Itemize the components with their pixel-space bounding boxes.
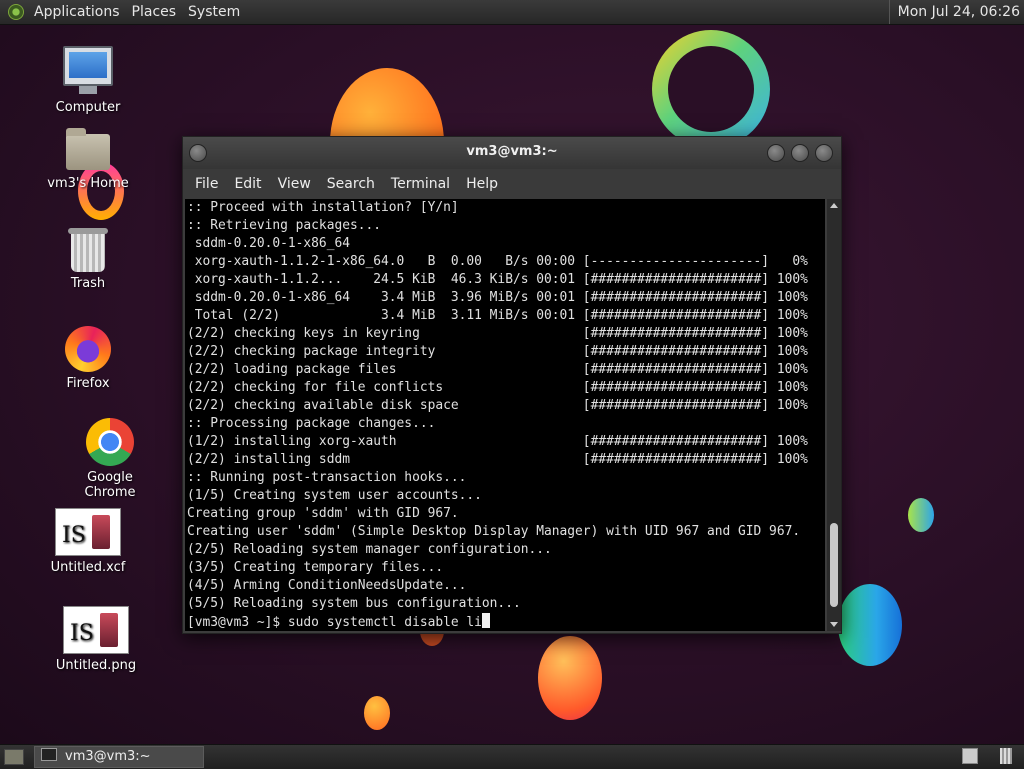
- terminal-scrollbar[interactable]: [827, 199, 841, 631]
- terminal-line: (1/2) installing xorg-xauth [###########…: [187, 434, 808, 449]
- wallpaper-bottom-blob: [538, 636, 602, 720]
- taskbar-item-terminal[interactable]: vm3@vm3:~: [34, 746, 204, 768]
- image-thumbnail-icon: [55, 508, 121, 556]
- system-menu[interactable]: System: [184, 4, 248, 20]
- wallpaper-small-blob: [908, 498, 934, 532]
- terminal-prompt-line[interactable]: [vm3@vm3 ~]$ sudo systemctl disable li: [185, 613, 825, 631]
- desktop-icon-untitled-png[interactable]: Untitled.png: [46, 606, 146, 673]
- text-cursor: [481, 613, 490, 628]
- desktop-icon-chrome[interactable]: Google Chrome: [60, 418, 160, 500]
- terminal-line: (2/2) checking package integrity [######…: [187, 344, 808, 359]
- places-menu[interactable]: Places: [128, 4, 185, 20]
- terminal-line: (1/5) Creating system user accounts...: [187, 488, 482, 503]
- window-menubar: File Edit View Search Terminal Help: [183, 169, 841, 199]
- desktop-icon-label: Google Chrome: [84, 470, 136, 500]
- workspace-switcher[interactable]: [962, 748, 978, 764]
- applications-menu[interactable]: Applications: [30, 4, 128, 20]
- desktop-icon-label: Firefox: [66, 376, 110, 391]
- terminal-line: (2/2) installing sddm [#################…: [187, 452, 808, 467]
- taskbar-item-label: vm3@vm3:~: [65, 749, 151, 764]
- scroll-up-arrow-icon[interactable]: [830, 203, 838, 208]
- desktop-icon-trash[interactable]: Trash: [38, 228, 138, 291]
- terminal-line: xorg-xauth-1.1.2-1-x86_64.0 B 0.00 B/s 0…: [187, 254, 808, 269]
- trash-applet-icon[interactable]: [1000, 748, 1012, 764]
- desktop-icon-label: Untitled.xcf: [50, 560, 126, 575]
- maximize-button[interactable]: [791, 144, 809, 162]
- terminal-line: :: Processing package changes...: [187, 416, 436, 431]
- terminal-line: Creating group 'sddm' with GID 967.: [187, 506, 459, 521]
- desktop-icon-firefox[interactable]: Firefox: [38, 326, 138, 391]
- menu-edit[interactable]: Edit: [226, 176, 269, 192]
- desktop-icon-label: Computer: [55, 100, 121, 115]
- scroll-down-arrow-icon[interactable]: [830, 622, 838, 627]
- terminal-line: Total (2/2) 3.4 MiB 3.11 MiB/s 00:01 [##…: [187, 308, 808, 323]
- terminal-icon: [41, 748, 57, 761]
- chrome-icon: [86, 418, 134, 466]
- bottom-panel: vm3@vm3:~: [0, 744, 1024, 769]
- terminal-output[interactable]: :: Proceed with installation? [Y/n] :: R…: [185, 199, 825, 631]
- terminal-line: Creating user 'sddm' (Simple Desktop Dis…: [187, 524, 801, 539]
- menu-view[interactable]: View: [270, 176, 319, 192]
- terminal-line: xorg-xauth-1.1.2... 24.5 KiB 46.3 KiB/s …: [187, 272, 808, 287]
- window-titlebar[interactable]: vm3@vm3:~: [183, 137, 841, 169]
- menu-help[interactable]: Help: [458, 176, 506, 192]
- scrollbar-thumb[interactable]: [830, 523, 838, 607]
- wallpaper-blue-blob: [838, 584, 902, 666]
- terminal-line: sddm-0.20.0-1-x86_64 3.4 MiB 3.96 MiB/s …: [187, 290, 808, 305]
- terminal-line: (3/5) Creating temporary files...: [187, 560, 444, 575]
- menu-file[interactable]: File: [187, 176, 226, 192]
- terminal-lines: :: Proceed with installation? [Y/n] :: R…: [185, 199, 825, 613]
- mate-logo-icon[interactable]: [8, 4, 24, 20]
- desktop-icon-label: vm3's Home: [47, 176, 129, 191]
- terminal-prompt: [vm3@vm3 ~]$ sudo systemctl disable li: [187, 615, 482, 630]
- terminal-line: :: Retrieving packages...: [187, 218, 382, 233]
- clock[interactable]: Mon Jul 24, 06:26: [888, 0, 1024, 24]
- computer-icon: [63, 46, 113, 94]
- terminal-line: (2/2) loading package files [###########…: [187, 362, 808, 377]
- desktop-icon-untitled-xcf[interactable]: Untitled.xcf: [38, 508, 138, 575]
- desktop-icon-label: Untitled.png: [55, 658, 137, 673]
- desktop-icon-label: Trash: [70, 276, 106, 291]
- terminal-line: (4/5) Arming ConditionNeedsUpdate...: [187, 578, 467, 593]
- terminal-window: vm3@vm3:~ File Edit View Search Terminal…: [182, 136, 842, 634]
- wallpaper-ring: [652, 30, 770, 148]
- terminal-line: (5/5) Reloading system bus configuration…: [187, 596, 521, 611]
- desktop-icon-computer[interactable]: Computer: [38, 46, 138, 115]
- top-panel: Applications Places System Mon Jul 24, 0…: [0, 0, 1024, 25]
- terminal-line: :: Running post-transaction hooks...: [187, 470, 467, 485]
- terminal-line: (2/2) checking keys in keyring [########…: [187, 326, 808, 341]
- trash-icon: [68, 228, 108, 272]
- menu-terminal[interactable]: Terminal: [383, 176, 458, 192]
- firefox-icon: [65, 326, 111, 372]
- window-title: vm3@vm3:~: [466, 144, 558, 159]
- terminal-line: (2/2) checking available disk space [###…: [187, 398, 808, 413]
- terminal-line: (2/5) Reloading system manager configura…: [187, 542, 552, 557]
- terminal-line: sddm-0.20.0-1-x86_64: [187, 236, 350, 251]
- terminal-line: :: Proceed with installation? [Y/n]: [187, 200, 459, 215]
- image-thumbnail-icon: [63, 606, 129, 654]
- close-button[interactable]: [815, 144, 833, 162]
- terminal-line: (2/2) checking for file conflicts [#####…: [187, 380, 808, 395]
- show-desktop-icon[interactable]: [4, 749, 24, 765]
- desktop-icon-home[interactable]: vm3's Home: [38, 128, 138, 191]
- window-menu-button[interactable]: [189, 144, 207, 162]
- menu-search[interactable]: Search: [319, 176, 383, 192]
- wallpaper-tiny-blob: [364, 696, 390, 730]
- home-folder-icon: [66, 128, 110, 170]
- minimize-button[interactable]: [767, 144, 785, 162]
